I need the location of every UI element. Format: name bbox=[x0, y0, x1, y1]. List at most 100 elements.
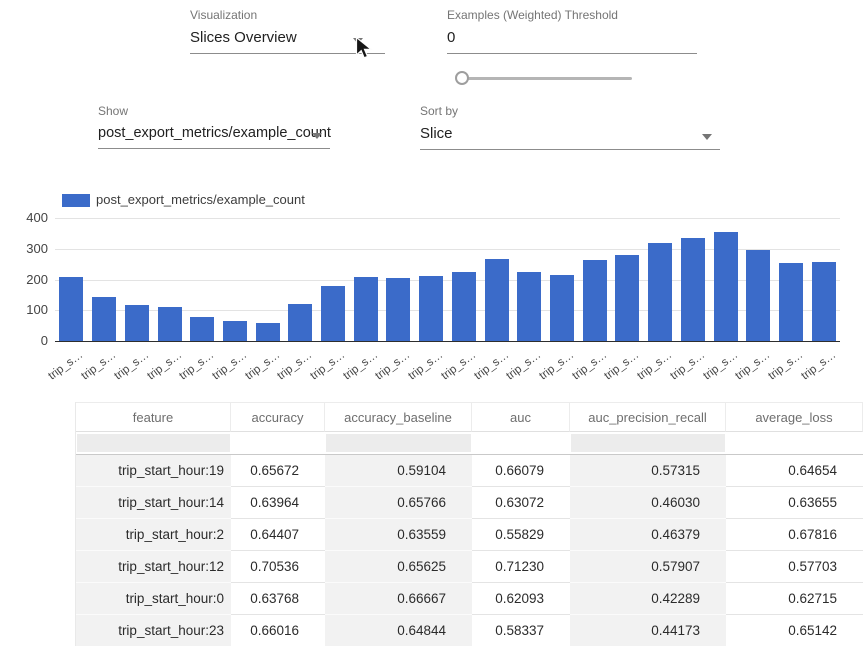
table-row[interactable]: trip_start_hour:120.705360.656250.712300… bbox=[76, 550, 863, 582]
bar[interactable] bbox=[517, 272, 541, 341]
metric-cell[interactable]: 0.63768 bbox=[231, 582, 325, 614]
metric-cell[interactable]: 0.65672 bbox=[231, 455, 325, 486]
metric-cell[interactable]: 0.70536 bbox=[231, 550, 325, 582]
bar[interactable] bbox=[615, 255, 639, 341]
metric-cell[interactable]: 0.44173 bbox=[570, 614, 726, 646]
x-tick-label: trip_s… bbox=[79, 349, 118, 382]
filter-cell[interactable] bbox=[231, 432, 325, 454]
metric-cell[interactable]: 0.57907 bbox=[570, 550, 726, 582]
metric-cell[interactable]: 0.63559 bbox=[325, 518, 472, 550]
show-dropdown[interactable]: Show post_export_metrics/example_count bbox=[98, 104, 330, 149]
metric-cell[interactable]: 0.65766 bbox=[325, 486, 472, 518]
x-axis-baseline bbox=[55, 341, 840, 342]
metric-cell[interactable]: 0.59104 bbox=[325, 455, 472, 486]
metric-cell[interactable]: 0.62093 bbox=[472, 582, 570, 614]
table-row[interactable]: trip_start_hour:140.639640.657660.630720… bbox=[76, 486, 863, 518]
x-tick-label: trip_s… bbox=[243, 349, 282, 382]
column-header-feature[interactable]: feature bbox=[76, 402, 231, 432]
bar[interactable] bbox=[288, 304, 312, 342]
bar[interactable] bbox=[419, 276, 443, 342]
metric-cell[interactable]: 0.64407 bbox=[231, 518, 325, 550]
table-body: trip_start_hour:190.656720.591040.660790… bbox=[76, 455, 863, 646]
filter-cell[interactable] bbox=[726, 432, 863, 454]
threshold-label: Examples (Weighted) Threshold bbox=[447, 8, 697, 22]
metric-cell[interactable]: 0.66079 bbox=[472, 455, 570, 486]
metric-cell[interactable]: 0.71230 bbox=[472, 550, 570, 582]
feature-cell[interactable]: trip_start_hour:14 bbox=[76, 486, 231, 518]
metric-cell[interactable]: 0.63655 bbox=[726, 486, 863, 518]
bar[interactable] bbox=[583, 260, 607, 342]
bar[interactable] bbox=[59, 277, 83, 341]
metric-cell[interactable]: 0.57703 bbox=[726, 550, 863, 582]
feature-cell[interactable]: trip_start_hour:19 bbox=[76, 455, 231, 486]
metric-cell[interactable]: 0.65142 bbox=[726, 614, 863, 646]
x-tick-label: trip_s… bbox=[668, 349, 707, 382]
feature-cell[interactable]: trip_start_hour:23 bbox=[76, 614, 231, 646]
column-header-auc_precision_recall[interactable]: auc_precision_recall bbox=[570, 402, 726, 432]
metric-cell[interactable]: 0.46379 bbox=[570, 518, 726, 550]
bar[interactable] bbox=[485, 259, 509, 341]
bar[interactable] bbox=[125, 305, 149, 341]
bar[interactable] bbox=[746, 250, 770, 341]
feature-cell[interactable]: trip_start_hour:2 bbox=[76, 518, 231, 550]
metric-cell[interactable]: 0.63072 bbox=[472, 486, 570, 518]
x-tick-label: trip_s… bbox=[308, 349, 347, 382]
bar[interactable] bbox=[452, 272, 476, 341]
visualization-label: Visualization bbox=[190, 8, 385, 22]
bar[interactable] bbox=[812, 262, 836, 341]
metric-cell[interactable]: 0.42289 bbox=[570, 582, 726, 614]
table-row[interactable]: trip_start_hour:190.656720.591040.660790… bbox=[76, 455, 863, 486]
column-header-accuracy_baseline[interactable]: accuracy_baseline bbox=[325, 402, 472, 432]
feature-cell[interactable]: trip_start_hour:12 bbox=[76, 550, 231, 582]
column-header-auc[interactable]: auc bbox=[472, 402, 570, 432]
metric-cell[interactable]: 0.64654 bbox=[726, 455, 863, 486]
column-header-accuracy[interactable]: accuracy bbox=[231, 402, 325, 432]
bar[interactable] bbox=[354, 277, 378, 341]
metric-cell[interactable]: 0.62715 bbox=[726, 582, 863, 614]
bar[interactable] bbox=[92, 297, 116, 341]
threshold-value[interactable]: 0 bbox=[447, 29, 697, 54]
metric-cell[interactable]: 0.66667 bbox=[325, 582, 472, 614]
slider-knob[interactable] bbox=[455, 71, 469, 85]
column-header-average_loss[interactable]: average_loss bbox=[726, 402, 863, 432]
x-tick-label: trip_s… bbox=[178, 349, 217, 382]
filter-cell[interactable] bbox=[76, 432, 231, 454]
filter-cell[interactable] bbox=[325, 432, 472, 454]
bar[interactable] bbox=[779, 263, 803, 341]
metric-cell[interactable]: 0.66016 bbox=[231, 614, 325, 646]
bar[interactable] bbox=[158, 307, 182, 341]
metric-cell[interactable]: 0.64844 bbox=[325, 614, 472, 646]
metric-cell[interactable]: 0.55829 bbox=[472, 518, 570, 550]
bar[interactable] bbox=[648, 243, 672, 341]
filter-cell[interactable] bbox=[472, 432, 570, 454]
metric-cell[interactable]: 0.58337 bbox=[472, 614, 570, 646]
metric-cell[interactable]: 0.67816 bbox=[726, 518, 863, 550]
chevron-down-icon[interactable] bbox=[312, 133, 322, 139]
bar[interactable] bbox=[321, 286, 345, 341]
bar[interactable] bbox=[190, 317, 214, 341]
metric-cell[interactable]: 0.46030 bbox=[570, 486, 726, 518]
sort-by-dropdown[interactable]: Sort by Slice bbox=[420, 104, 720, 150]
threshold-slider[interactable] bbox=[455, 70, 635, 87]
sort-by-value[interactable]: Slice bbox=[420, 125, 720, 150]
filter-cell[interactable] bbox=[570, 432, 726, 454]
threshold-input[interactable]: Examples (Weighted) Threshold 0 bbox=[447, 8, 697, 54]
chevron-down-icon[interactable] bbox=[702, 134, 712, 140]
y-tick-label: 400 bbox=[0, 210, 48, 225]
show-value[interactable]: post_export_metrics/example_count bbox=[98, 125, 330, 149]
table-row[interactable]: trip_start_hour:230.660160.648440.583370… bbox=[76, 614, 863, 646]
slider-track[interactable] bbox=[458, 77, 632, 80]
bar[interactable] bbox=[714, 232, 738, 341]
table-row[interactable]: trip_start_hour:20.644070.635590.558290.… bbox=[76, 518, 863, 550]
table-row[interactable]: trip_start_hour:00.637680.666670.620930.… bbox=[76, 582, 863, 614]
bar[interactable] bbox=[550, 275, 574, 341]
metric-cell[interactable]: 0.63964 bbox=[231, 486, 325, 518]
bar[interactable] bbox=[386, 278, 410, 341]
bar[interactable] bbox=[223, 321, 247, 341]
bar[interactable] bbox=[256, 323, 280, 341]
bar[interactable] bbox=[681, 238, 705, 341]
x-axis: trip_s…trip_s…trip_s…trip_s…trip_s…trip_… bbox=[55, 346, 840, 392]
metric-cell[interactable]: 0.65625 bbox=[325, 550, 472, 582]
metric-cell[interactable]: 0.57315 bbox=[570, 455, 726, 486]
feature-cell[interactable]: trip_start_hour:0 bbox=[76, 582, 231, 614]
